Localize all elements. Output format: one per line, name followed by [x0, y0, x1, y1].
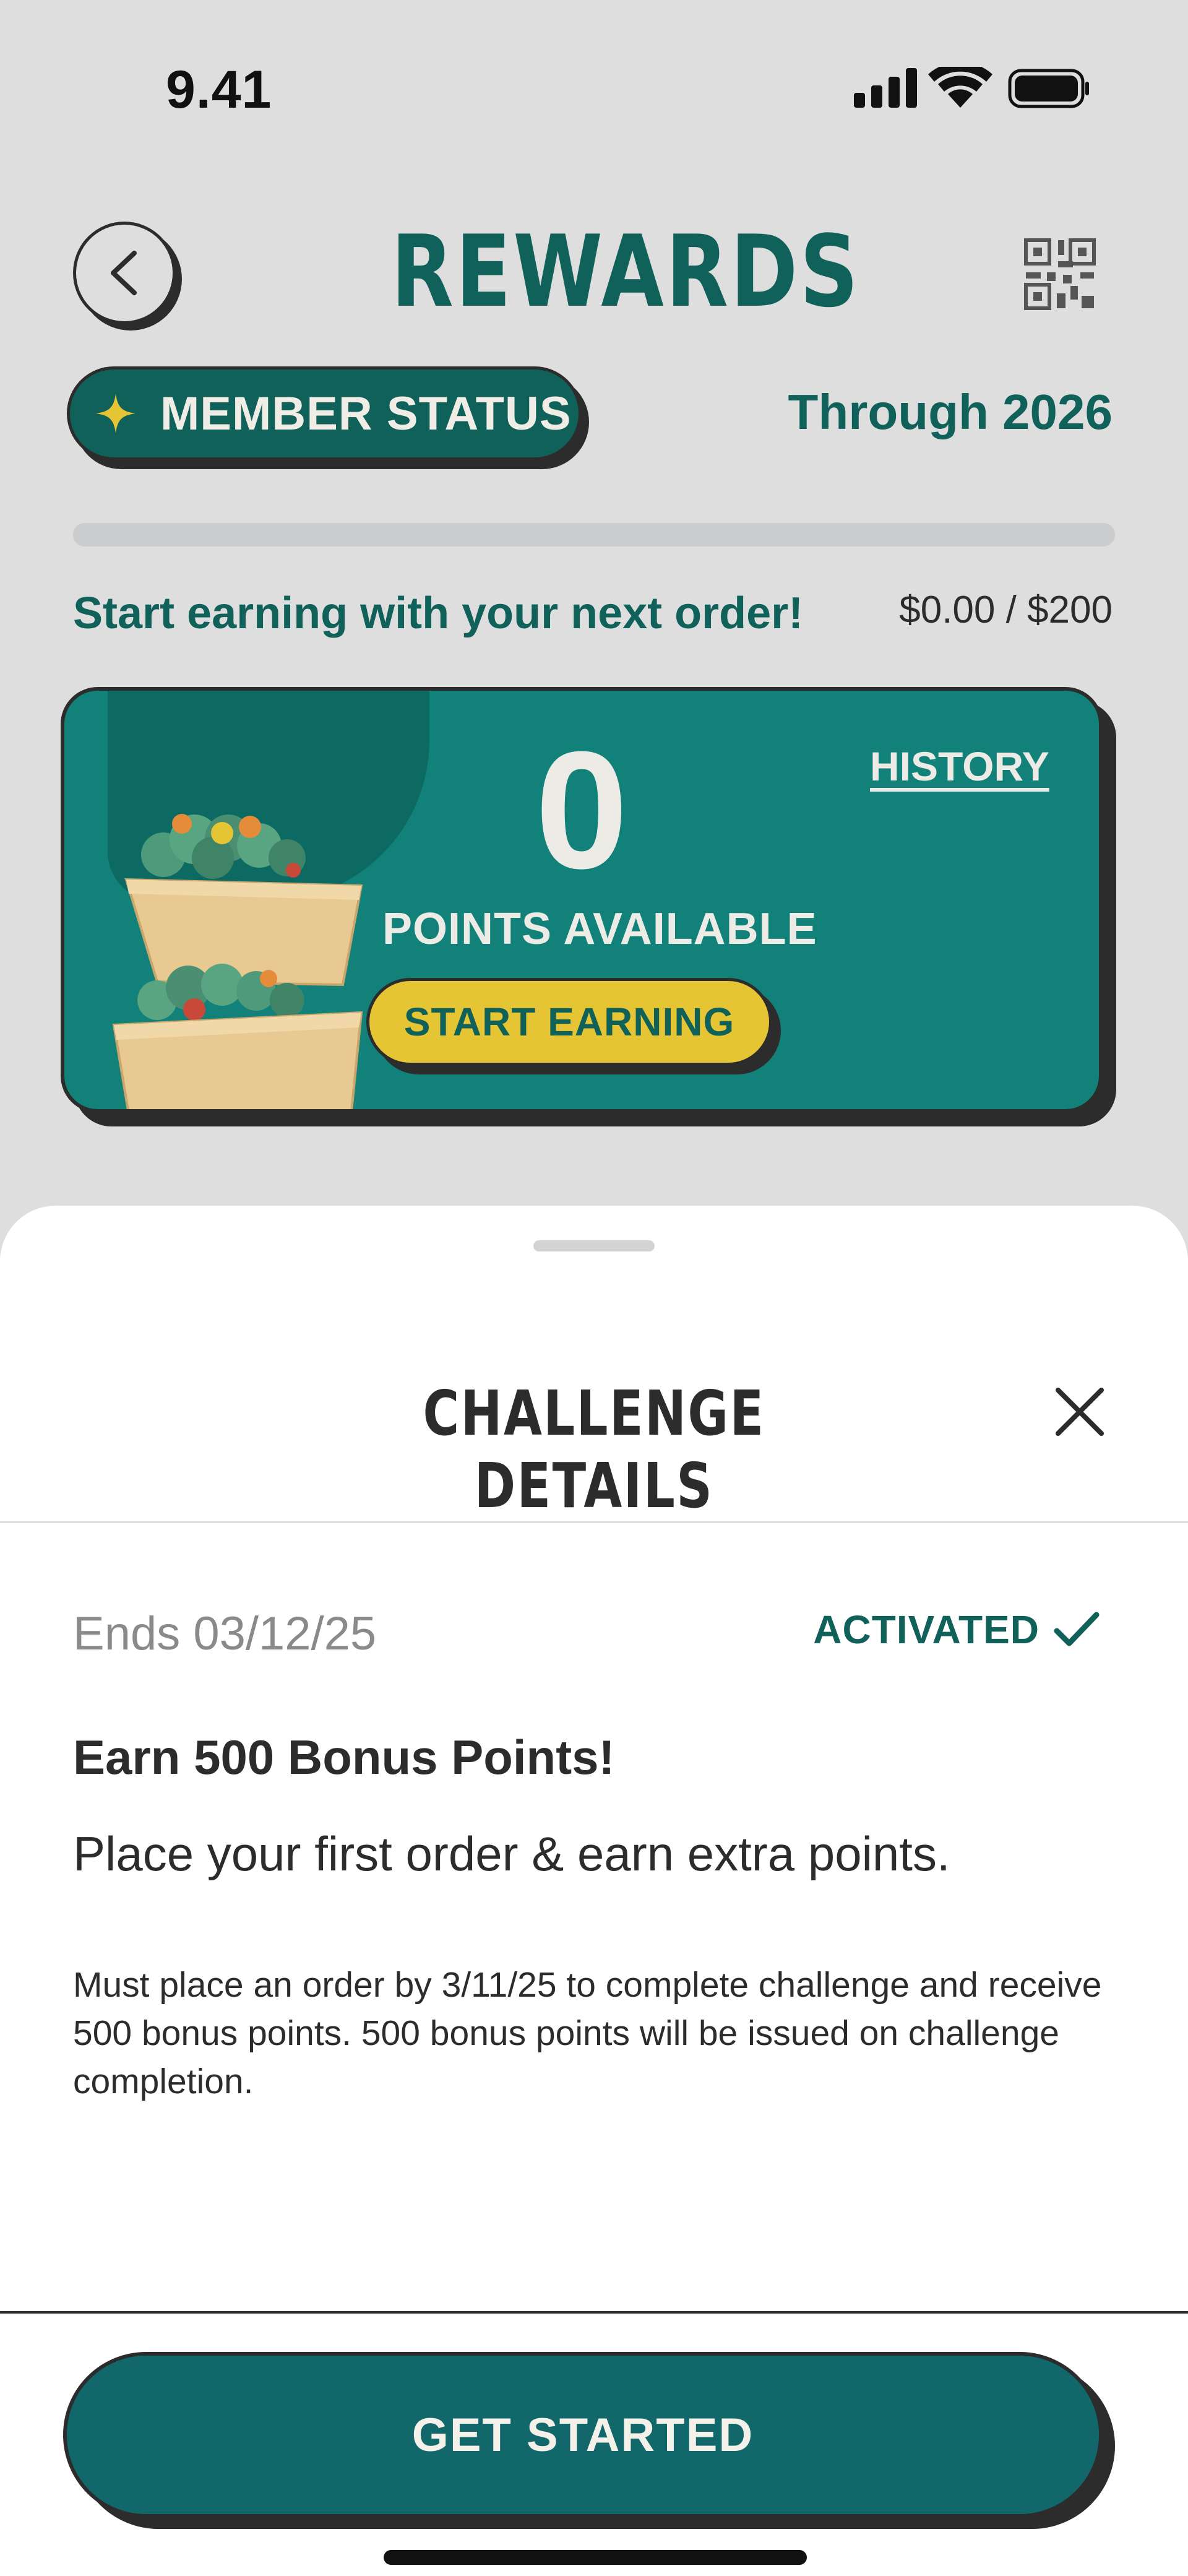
challenge-end-date: Ends 03/12/25 [73, 1607, 377, 1660]
back-button[interactable] [73, 222, 222, 330]
points-value: 0 [535, 717, 629, 904]
status-expiry: Through 2026 [788, 384, 1113, 439]
close-icon [1056, 1388, 1104, 1436]
page-title: REWARDS [391, 214, 861, 329]
home-indicator [384, 2550, 807, 2565]
footer-divider [0, 2311, 1188, 2314]
sheet-grabber[interactable] [533, 1240, 655, 1251]
points-label: POINTS AVAILABLE [382, 904, 817, 954]
history-link[interactable]: HISTORY [870, 743, 1049, 790]
sheet-title: CHALLENGE DETAILS [423, 1377, 765, 1522]
status-time: 9.41 [166, 60, 272, 119]
challenge-terms: Must place an order by 3/11/25 to comple… [73, 1965, 1102, 2101]
qr-code-icon [1024, 238, 1096, 310]
chevron-left-icon [111, 251, 137, 295]
close-button[interactable] [1052, 1384, 1108, 1440]
start-earning-button[interactable]: START EARNING [366, 978, 772, 1066]
salad-bowls-illustration [112, 814, 363, 1109]
activated-label: ACTIVATED [813, 1607, 1040, 1652]
signal-icon [854, 68, 917, 108]
sheet-divider [0, 1521, 1188, 1523]
check-icon [1054, 1612, 1100, 1646]
wifi-icon [928, 62, 992, 108]
sparkle-icon [96, 394, 136, 433]
get-started-button[interactable]: GET STARTED [63, 2352, 1103, 2518]
progress-track [73, 523, 1115, 547]
member-status-label: MEMBER STATUS [160, 387, 572, 440]
progress-amount: $0.00 / $200 [899, 589, 1113, 631]
activated-badge: ACTIVATED [813, 1607, 1100, 1653]
member-status-button[interactable]: MEMBER STATUS [67, 366, 582, 460]
qr-code-button[interactable] [1022, 236, 1098, 312]
challenge-subtitle: Place your first order & earn extra poin… [73, 1826, 950, 1881]
progress-message: Start earning with your next order! [73, 589, 804, 638]
challenge-title: Earn 500 Bonus Points! [73, 1730, 615, 1784]
battery-icon [1008, 69, 1089, 108]
status-icons [854, 62, 1089, 110]
